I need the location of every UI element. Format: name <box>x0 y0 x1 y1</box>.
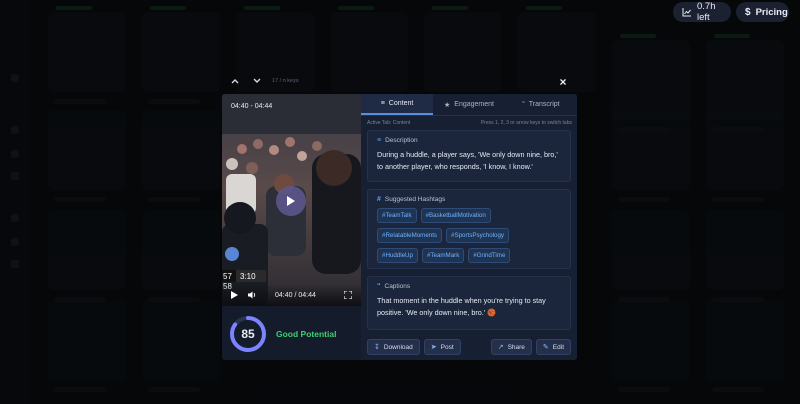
hashtags-title: Suggested Hashtags <box>384 196 446 203</box>
video-timestamp: 04:40 - 04:44 <box>231 103 273 110</box>
hashtag-chip[interactable]: #TeamTalk <box>377 208 417 223</box>
next-clip-button[interactable] <box>250 74 264 88</box>
edit-label: Edit <box>552 343 564 351</box>
video-time-display: 04:40 / 04:44 <box>275 291 316 299</box>
score-value: 85 <box>241 327 255 341</box>
hashtag-chip[interactable]: #HuddleUp <box>377 248 418 263</box>
tab-content-label: Content <box>388 100 414 107</box>
description-title: Description <box>385 137 418 144</box>
share-icon: ↗ <box>497 344 504 351</box>
tab-transcript[interactable]: “ Transcript <box>505 94 577 115</box>
play-button[interactable] <box>231 286 238 304</box>
action-bar: ↧ Download ➤ Post ↗ Share ✎ Edit <box>361 334 577 360</box>
captions-section: “ Captions That moment in the huddle whe… <box>367 276 571 330</box>
chart-icon <box>682 7 692 17</box>
fullscreen-button[interactable] <box>343 286 353 304</box>
tab-transcript-label: Transcript <box>528 101 560 108</box>
tab-content[interactable]: ≡ Content <box>361 94 433 115</box>
score-ring: 85 <box>228 314 268 354</box>
keyboard-hint: Press 1, 2, 3 or arrow keys to switch ta… <box>480 120 572 126</box>
post-label: Post <box>440 343 454 351</box>
captions-text: That moment in the huddle when you're tr… <box>377 296 546 317</box>
captions-title: Captions <box>384 283 411 290</box>
active-tab-label: Active Tab: Content <box>367 120 411 126</box>
scoreboard-home: 57 <box>223 272 232 281</box>
clip-counter: 17 / n keys <box>272 78 299 84</box>
pricing-label: Pricing <box>755 6 788 18</box>
virality-score: 85 Good Potential <box>228 314 358 354</box>
previous-clip-button[interactable] <box>228 74 242 88</box>
close-icon: × <box>559 75 567 89</box>
score-label: Good Potential <box>276 329 337 339</box>
edit-button[interactable]: ✎ Edit <box>535 339 571 355</box>
play-overlay-button[interactable] <box>276 186 306 216</box>
close-button[interactable]: × <box>557 76 569 88</box>
hashtags-section: # Suggested Hashtags #TeamTalk #Basketba… <box>367 189 571 269</box>
download-icon: ↧ <box>374 344 380 351</box>
document-lines-icon: ≡ <box>377 137 382 144</box>
tab-engagement[interactable]: ★ Engagement <box>433 94 505 115</box>
star-icon: ★ <box>444 101 451 109</box>
modal-navigation: 17 / n keys <box>228 74 299 88</box>
tab-engagement-label: Engagement <box>454 101 494 108</box>
fullscreen-icon <box>343 290 353 300</box>
chevron-up-icon <box>231 79 239 84</box>
description-section: ≡ Description During a huddle, a player … <box>367 130 571 182</box>
document-lines-icon: ≡ <box>380 100 385 107</box>
hash-icon: # <box>377 196 381 203</box>
usage-remaining-label: 0.7h left <box>697 1 716 23</box>
description-text: During a huddle, a player says, 'We only… <box>377 150 558 171</box>
hashtag-chip[interactable]: #GrindTime <box>468 248 511 263</box>
scoreboard-clock: 3:10 <box>240 272 256 281</box>
send-icon: ➤ <box>430 344 437 351</box>
share-label: Share <box>507 343 525 351</box>
hashtag-chip[interactable]: #TeamMark <box>421 248 465 263</box>
video-controls: 04:40 / 04:44 <box>222 284 361 306</box>
volume-icon <box>248 291 256 299</box>
quote-icon: “ <box>377 283 381 290</box>
hashtag-chip[interactable]: #SportsPsychology <box>446 228 509 243</box>
chevron-down-icon <box>253 78 261 83</box>
volume-button[interactable] <box>248 286 257 304</box>
post-button[interactable]: ➤ Post <box>423 339 461 355</box>
hashtag-list: #TeamTalk #BasketballMotivation #Relatab… <box>377 208 547 263</box>
usage-remaining-badge[interactable]: 0.7h left <box>673 1 731 23</box>
play-icon <box>287 196 295 206</box>
tab-hint-row: Active Tab: Content Press 1, 2, 3 or arr… <box>361 116 577 130</box>
hashtags-header: # Suggested Hashtags <box>377 196 561 203</box>
description-header: ≡ Description <box>377 137 561 144</box>
tab-bar: ≡ Content ★ Engagement “ Transcript <box>361 94 577 116</box>
captions-header: “ Captions <box>377 283 561 290</box>
play-icon <box>231 291 238 299</box>
details-panel: ≡ Content ★ Engagement “ Transcript Acti… <box>361 94 577 360</box>
download-button[interactable]: ↧ Download <box>367 339 420 355</box>
share-button[interactable]: ↗ Share <box>490 339 532 355</box>
clip-details-modal: 57 3:10 58 04:40 - 04:44 04:40 / 04:44 <box>222 94 577 360</box>
download-label: Download <box>383 343 413 351</box>
video-player[interactable]: 57 3:10 58 04:40 - 04:44 04:40 / 04:44 <box>222 94 361 306</box>
hashtag-chip[interactable]: #BasketballMotivation <box>420 208 491 223</box>
pencil-icon: ✎ <box>542 344 549 351</box>
hashtag-chip[interactable]: #RelatableMoments <box>377 228 443 243</box>
dollar-icon: $ <box>745 6 751 18</box>
quote-icon: “ <box>522 101 525 108</box>
pricing-button[interactable]: $ Pricing <box>736 2 789 22</box>
